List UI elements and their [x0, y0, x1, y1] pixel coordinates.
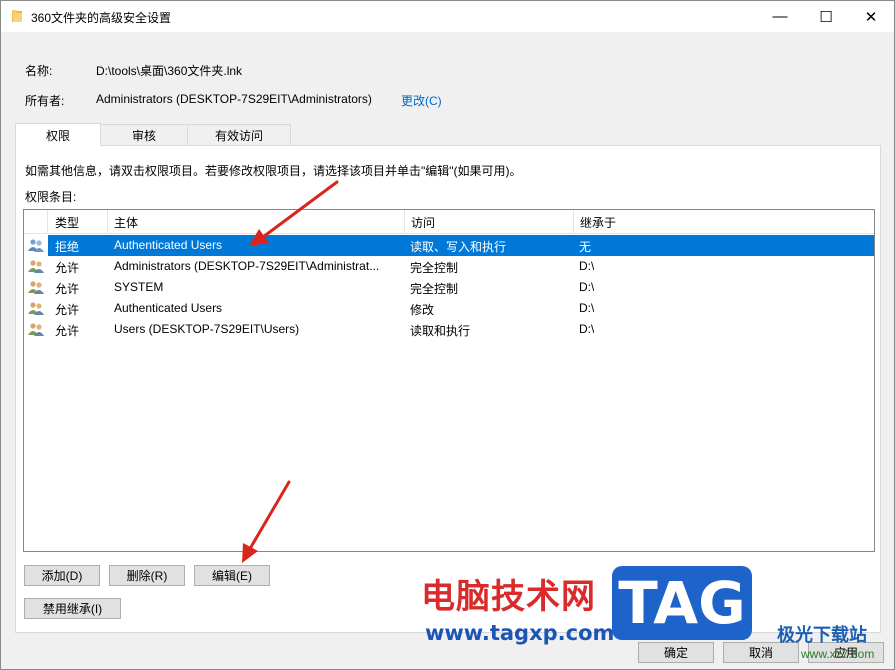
- table-row[interactable]: 允许 Users (DESKTOP-7S29EIT\Users) 读取和执行 D…: [24, 319, 874, 340]
- folder-icon: [12, 10, 22, 22]
- watermark-site-url: www.tagxp.com: [425, 621, 615, 645]
- tab-strip: 权限 审核 有效访问: [15, 123, 291, 146]
- tab-permissions[interactable]: 权限: [15, 123, 101, 146]
- cell-principal: Authenticated Users: [114, 238, 223, 252]
- table-row[interactable]: 允许 SYSTEM 完全控制 D:\: [24, 277, 874, 298]
- users-group-icon: [28, 302, 44, 315]
- cell-inherited: D:\: [579, 259, 595, 273]
- cell-access: 读取、写入和执行: [410, 240, 507, 254]
- add-button[interactable]: 添加(D): [24, 565, 100, 586]
- remove-button[interactable]: 删除(R): [109, 565, 185, 586]
- cell-principal: Authenticated Users: [114, 301, 223, 315]
- tab-effective-access[interactable]: 有效访问: [187, 124, 291, 146]
- permission-entries-list[interactable]: 类型 主体 访问 继承于 拒绝 Authenticated Users 读取、写…: [23, 209, 875, 552]
- cell-inherited: D:\: [579, 301, 595, 315]
- hint-text: 如需其他信息，请双击权限项目。若要修改权限项目，请选择该项目并单击"编辑"(如果…: [25, 164, 522, 178]
- change-owner-link[interactable]: 更改(C): [401, 92, 442, 109]
- users-group-icon: [28, 239, 44, 252]
- table-row[interactable]: 允许 Administrators (DESKTOP-7S29EIT\Admin…: [24, 256, 874, 277]
- users-group-icon: [28, 281, 44, 294]
- cell-principal: Users (DESKTOP-7S29EIT\Users): [114, 322, 300, 336]
- advanced-security-dialog: 360文件夹的高级安全设置 — ☐ ✕ 名称: D:\tools\桌面\360文…: [0, 0, 895, 670]
- column-header-label: 继承于: [580, 215, 617, 230]
- maximize-icon: ☐: [819, 8, 833, 26]
- entries-label: 权限条目:: [25, 190, 77, 204]
- column-header-access[interactable]: 访问: [405, 210, 574, 234]
- column-header-principal[interactable]: 主体: [108, 210, 405, 234]
- cell-inherited: D:\: [579, 322, 595, 336]
- cell-principal: Administrators (DESKTOP-7S29EIT\Administ…: [114, 259, 380, 273]
- watermark-tag-logo: TAG: [612, 566, 752, 640]
- watermark-brand: 极光下载站: [777, 625, 867, 646]
- name-label: 名称:: [25, 64, 53, 78]
- watermark-brand-url: www.xz7.com: [801, 647, 875, 661]
- tab-label: 审核: [131, 129, 156, 143]
- table-row[interactable]: 拒绝 Authenticated Users 读取、写入和执行 无: [24, 235, 874, 256]
- cell-access: 完全控制: [410, 261, 459, 275]
- column-header-label: 访问: [411, 215, 436, 230]
- list-header: 类型 主体 访问 继承于: [24, 210, 874, 234]
- edit-button[interactable]: 编辑(E): [194, 565, 270, 586]
- name-value: D:\tools\桌面\360文件夹.lnk: [96, 64, 243, 78]
- watermark-site-name: 电脑技术网: [421, 577, 596, 617]
- column-header-label: 主体: [114, 215, 139, 230]
- close-button[interactable]: ✕: [848, 1, 894, 32]
- cell-inherited: D:\: [579, 280, 595, 294]
- cell-access: 修改: [410, 303, 435, 317]
- owner-value: Administrators (DESKTOP-7S29EIT\Administ…: [96, 92, 372, 106]
- ok-button[interactable]: 确定: [638, 642, 714, 663]
- cell-type: 允许: [55, 303, 80, 317]
- cell-type: 拒绝: [55, 240, 80, 254]
- cell-type: 允许: [55, 261, 80, 275]
- column-header-inherited[interactable]: 继承于: [574, 210, 874, 234]
- cell-inherited: 无: [579, 240, 592, 254]
- users-group-icon: [28, 260, 44, 273]
- close-icon: ✕: [864, 8, 878, 26]
- header-icon-col: [24, 210, 48, 234]
- users-group-icon: [28, 323, 44, 336]
- window-title: 360文件夹的高级安全设置: [31, 11, 172, 25]
- cell-access: 读取和执行: [410, 324, 471, 338]
- minimize-button[interactable]: —: [757, 1, 803, 32]
- maximize-button[interactable]: ☐: [803, 1, 849, 32]
- tab-label: 有效访问: [214, 129, 263, 143]
- owner-label: 所有者:: [25, 94, 65, 108]
- cell-type: 允许: [55, 282, 80, 296]
- tab-auditing[interactable]: 审核: [100, 124, 188, 146]
- minimize-icon: —: [772, 8, 788, 25]
- column-header-label: 类型: [55, 215, 80, 230]
- cell-type: 允许: [55, 324, 80, 338]
- disable-inheritance-button[interactable]: 禁用继承(I): [24, 598, 121, 619]
- cell-principal: SYSTEM: [114, 280, 164, 294]
- column-header-type[interactable]: 类型: [48, 210, 108, 234]
- tab-label: 权限: [45, 128, 70, 143]
- title-bar: 360文件夹的高级安全设置 — ☐ ✕: [1, 1, 894, 32]
- cell-access: 完全控制: [410, 282, 459, 296]
- table-row[interactable]: 允许 Authenticated Users 修改 D:\: [24, 298, 874, 319]
